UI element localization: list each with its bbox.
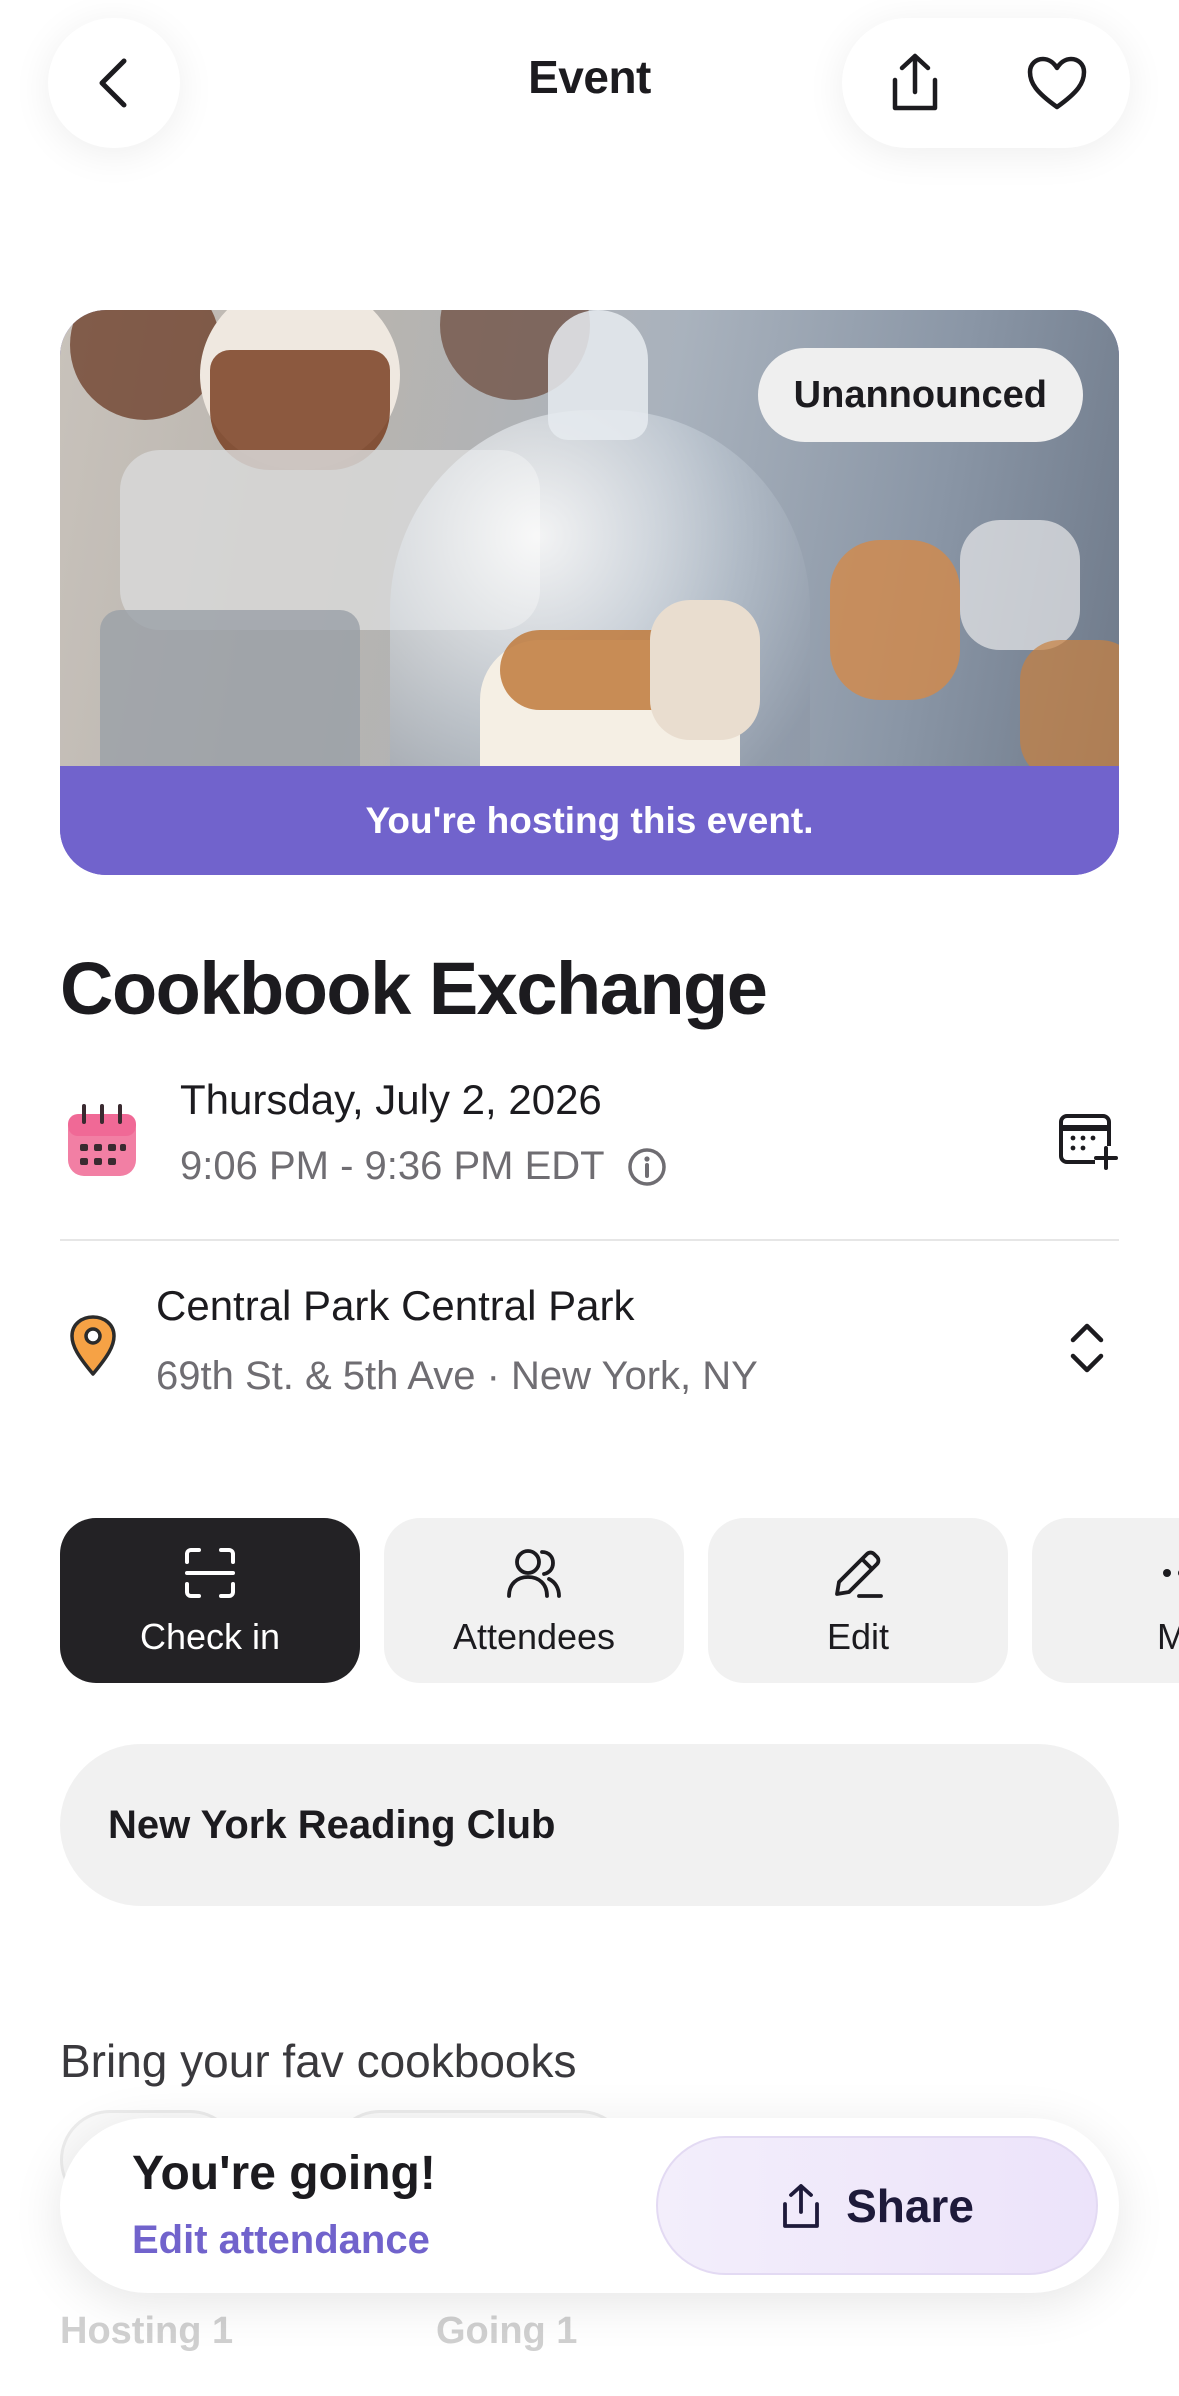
hosting-count: Hosting 1 <box>60 2310 234 2352</box>
share-label: Share <box>846 2179 974 2232</box>
date-row: Thursday, July 2, 2026 9:06 PM - 9:36 PM… <box>60 1070 1119 1240</box>
hosting-banner: You're hosting this event. <box>60 766 1119 875</box>
header-actions <box>842 18 1130 148</box>
heart-icon <box>1027 56 1087 110</box>
info-icon[interactable] <box>627 1147 667 1187</box>
edit-label: Edit <box>826 1615 890 1657</box>
location-row[interactable]: Central Park Central Park 69th St. & 5th… <box>60 1270 1119 1430</box>
favorite-button[interactable] <box>1022 48 1092 118</box>
group-chip[interactable]: New York Reading Club <box>60 1744 1119 1906</box>
share-button[interactable] <box>880 48 950 118</box>
event-time: 9:06 PM - 9:36 PM EDT <box>180 1144 605 1188</box>
check-in-button[interactable]: Check in <box>60 1518 360 1683</box>
map-pin-icon <box>70 1315 116 1376</box>
people-icon <box>507 1548 561 1598</box>
edit-button[interactable]: Edit <box>708 1518 1008 1683</box>
share-event-button[interactable]: Share <box>656 2136 1098 2275</box>
pencil-icon <box>835 1550 883 1598</box>
calendar-icon <box>68 1104 136 1176</box>
location-address: 69th St. & 5th Ave · New York, NY <box>156 1354 758 1398</box>
share-icon <box>892 53 938 111</box>
rsvp-status: You're going! <box>132 2147 436 2200</box>
location-name: Central Park Central Park <box>156 1282 635 1329</box>
status-badge: Unannounced <box>757 348 1083 442</box>
going-count: Going 1 <box>436 2310 578 2352</box>
event-title: Cookbook Exchange <box>60 947 768 1030</box>
check-in-label: Check in <box>139 1615 281 1657</box>
action-row: Check in Attendees Edit Mo <box>60 1518 1179 1683</box>
event-date: Thursday, July 2, 2026 <box>180 1076 602 1123</box>
more-button[interactable]: Mo <box>1032 1518 1179 1683</box>
attendees-button[interactable]: Attendees <box>384 1518 684 1683</box>
event-time-row: 9:06 PM - 9:36 PM EDT <box>180 1144 667 1189</box>
cover-image: Unannounced <box>60 310 1119 766</box>
rsvp-bar: You're going! Edit attendance Share <box>60 2118 1119 2293</box>
edit-attendance-link[interactable]: Edit attendance <box>132 2218 430 2263</box>
scan-icon <box>185 1547 235 1598</box>
more-icon <box>1163 1568 1179 1577</box>
more-label: Mo <box>1156 1615 1179 1657</box>
share-icon <box>783 2183 819 2228</box>
attendees-label: Attendees <box>452 1615 616 1657</box>
add-to-calendar-icon[interactable] <box>1057 1110 1119 1172</box>
event-description: Bring your fav cookbooks <box>60 2035 577 2087</box>
expand-collapse-icon[interactable] <box>1067 1318 1107 1378</box>
divider <box>60 1239 1119 1241</box>
top-bar: Event <box>0 0 1179 190</box>
event-cover: Unannounced You're hosting this event. <box>60 310 1119 875</box>
